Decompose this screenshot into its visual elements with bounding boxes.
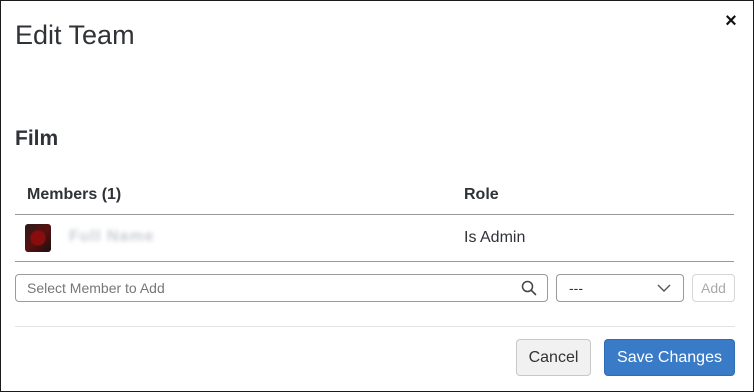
members-column-header: Members (1) (27, 186, 122, 203)
member-search-input[interactable] (27, 278, 507, 298)
search-icon[interactable] (521, 280, 537, 296)
close-button[interactable]: × (721, 11, 741, 31)
team-name: Film (15, 127, 59, 150)
role-select-value: --- (569, 280, 583, 296)
table-row: Full Name Is Admin (15, 215, 734, 262)
edit-team-modal: Edit Team × Film Members (1) Role Full N… (0, 0, 754, 392)
add-member-button[interactable]: Add (692, 274, 735, 302)
save-changes-button[interactable]: Save Changes (604, 339, 735, 376)
add-member-row: --- Add (15, 274, 735, 302)
members-table: Members (1) Role Full Name Is Admin (15, 173, 734, 262)
modal-title: Edit Team (15, 20, 135, 50)
member-role: Is Admin (464, 229, 526, 246)
table-header: Members (1) Role (15, 173, 734, 215)
footer-divider (15, 326, 735, 327)
role-column-header: Role (464, 186, 499, 203)
member-name: Full Name (69, 228, 155, 245)
chevron-down-icon (657, 284, 671, 292)
avatar (25, 224, 51, 252)
close-icon: × (725, 10, 737, 32)
role-select[interactable]: --- (556, 274, 684, 302)
member-search-box[interactable] (15, 274, 548, 302)
cancel-button[interactable]: Cancel (516, 339, 591, 376)
